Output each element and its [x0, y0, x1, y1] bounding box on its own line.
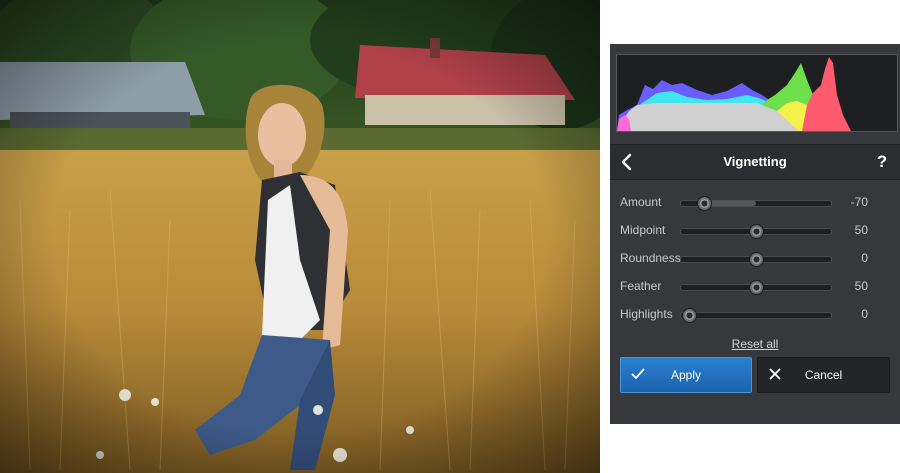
- slider-row-highlights: Highlights 0: [610, 304, 900, 324]
- slider-row-midpoint: Midpoint 50: [610, 220, 900, 240]
- slider-track[interactable]: [680, 196, 832, 211]
- slider-track[interactable]: [680, 308, 832, 323]
- histogram: [616, 54, 898, 132]
- slider-label: Feather: [620, 279, 662, 293]
- histogram-graph: [617, 57, 851, 131]
- slider-knob[interactable]: [696, 196, 712, 211]
- cancel-label: Cancel: [804, 368, 843, 382]
- cancel-button[interactable]: Cancel: [757, 357, 890, 393]
- slider-track[interactable]: [680, 252, 832, 267]
- slider-knob[interactable]: [749, 224, 764, 239]
- apply-button[interactable]: Apply: [620, 357, 752, 393]
- slider-value: 0: [861, 307, 868, 321]
- slider-value: -70: [850, 195, 868, 209]
- slider-row-amount: Amount -70: [610, 192, 900, 212]
- slider-track[interactable]: [680, 224, 832, 239]
- help-button[interactable]: ?: [872, 151, 892, 173]
- slider-row-feather: Feather 50: [610, 276, 900, 296]
- slider-label: Midpoint: [620, 223, 666, 237]
- slider-track[interactable]: [680, 280, 832, 295]
- vignetting-panel: Vignetting ? Amount -70 Midpoint 50 Roun…: [610, 44, 900, 424]
- reset-all-link[interactable]: Reset all: [732, 337, 779, 351]
- slider-value: 50: [854, 279, 868, 293]
- reset-row: Reset all: [610, 335, 900, 353]
- slider-knob[interactable]: [749, 252, 764, 267]
- apply-label: Apply: [670, 368, 702, 382]
- slider-label: Amount: [620, 195, 662, 209]
- slider-label: Roundness: [620, 251, 681, 265]
- slider-value: 50: [854, 223, 868, 237]
- slider-label: Highlights: [620, 307, 673, 321]
- slider-row-roundness: Roundness 0: [610, 248, 900, 268]
- slider-value: 0: [861, 251, 868, 265]
- slider-knob[interactable]: [749, 280, 764, 295]
- panel-title: Vignetting: [723, 154, 787, 169]
- slider-knob[interactable]: [681, 308, 697, 323]
- photo-preview: [0, 0, 600, 473]
- panel-header: Vignetting ?: [610, 144, 900, 180]
- photo-image: [0, 0, 600, 473]
